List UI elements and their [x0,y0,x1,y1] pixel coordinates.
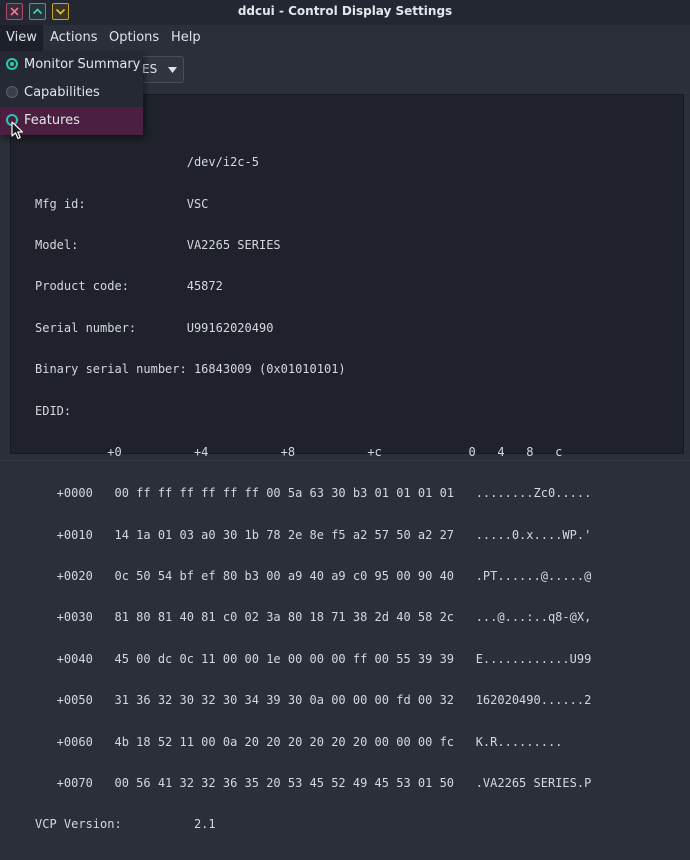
summary-line-device: /dev/i2c-5 [35,155,259,170]
edid-row: +0040 45 00 dc 0c 11 00 00 1e 00 00 00 f… [35,651,592,666]
radio-checked-icon [6,58,18,70]
edid-row: +0020 0c 50 54 bf ef 80 b3 00 a9 40 a9 c… [35,569,592,584]
menu-bar: View Actions Options Help [0,25,690,51]
monitor-summary-panel: /dev/i2c-5 Mfg id: VSC Model: VA2265 SER… [10,94,684,831]
summary-line-product-code: Product code: 45872 [35,279,223,294]
mouse-pointer-icon [11,121,24,140]
menu-help[interactable]: Help [165,25,207,51]
status-bar [0,460,690,480]
summary-line-edid: EDID: [35,403,72,418]
vcp-version-line: VCP Version: 2.1 [35,817,216,832]
summary-line-mfg: Mfg id: VSC [35,196,209,211]
menu-view[interactable]: View [0,25,43,51]
menu-item-label: Features [24,113,80,128]
edid-header: +0 +4 +8 +c 0 4 8 c [35,444,563,459]
summary-line-binary-serial: Binary serial number: 16843009 (0x010101… [35,362,346,377]
edid-row: +0060 4b 18 52 11 00 0a 20 20 20 20 20 2… [35,734,592,749]
monitor-select-value: ES [142,62,158,76]
edid-row: +0000 00 ff ff ff ff ff ff 00 5a 63 30 b… [35,486,592,501]
dropdown-arrow-icon [168,67,177,73]
radio-unchecked-icon [6,86,18,98]
summary-line-serial: Serial number: U99162020490 [35,320,274,335]
window-title: ddcui - Control Display Settings [237,4,453,18]
edid-row: +0070 00 56 41 32 32 36 35 20 53 45 52 4… [35,776,592,791]
edid-row: +0050 31 36 32 30 32 30 34 39 30 0a 00 0… [35,693,592,708]
edid-row: +0010 14 1a 01 03 a0 30 1b 78 2e 8e f5 a… [35,527,592,542]
summary-lines: /dev/i2c-5 Mfg id: VSC Model: VA2265 SER… [35,101,591,860]
title-bar: ddcui - Control Display Settings [0,0,690,25]
menu-item-capabilities[interactable]: Capabilities [0,79,143,107]
menu-actions[interactable]: Actions [44,25,104,51]
menu-options[interactable]: Options [103,25,165,51]
menu-item-label: Capabilities [24,85,100,100]
summary-line-model: Model: VA2265 SERIES [35,237,281,252]
edid-row: +0030 81 80 81 40 81 c0 02 3a 80 18 71 3… [35,610,592,625]
menu-item-label: Monitor Summary [24,57,141,72]
menu-item-monitor-summary[interactable]: Monitor Summary [0,51,143,79]
